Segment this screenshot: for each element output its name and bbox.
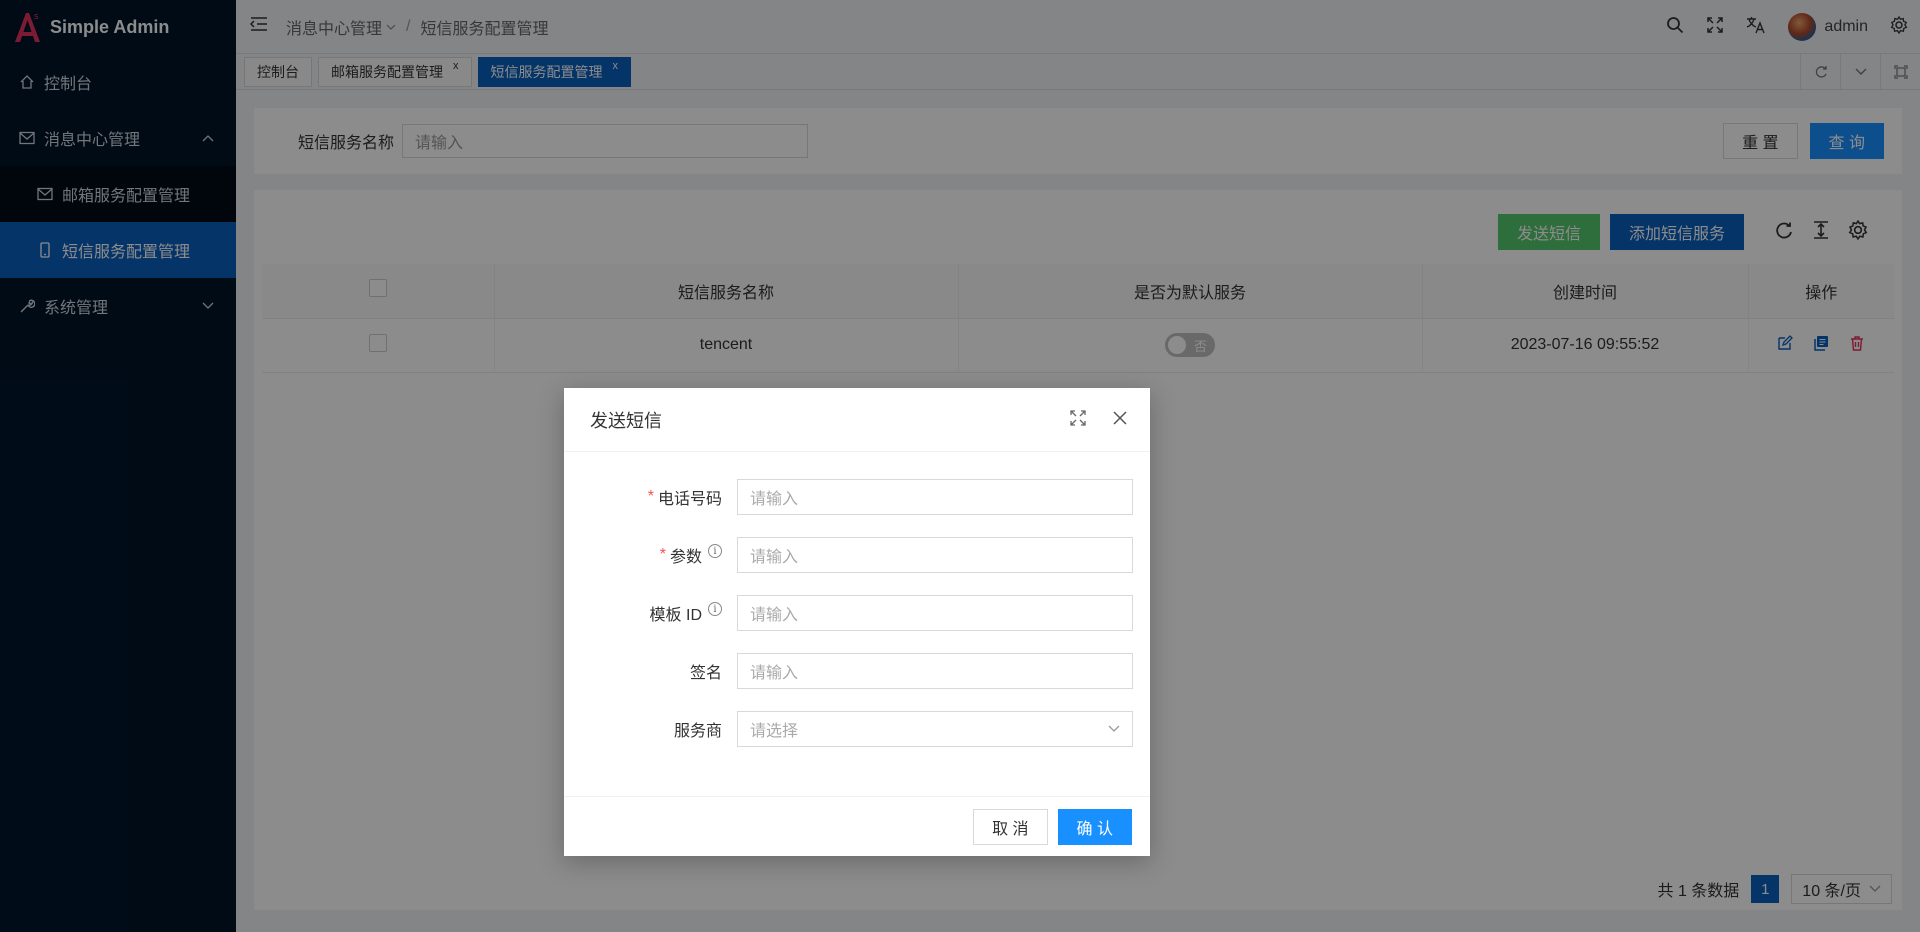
form-row-params: * 参数 i 请输入 [564,526,1150,584]
send-sms-form: * 电话号码 请输入 * 参数 i 请输入 模板 ID i 请输入 签名 请输入… [564,452,1150,758]
form-label-text: 模板 ID [649,607,702,624]
required-mark: * [659,546,666,563]
info-icon[interactable]: i [708,544,722,558]
form-row-signature: 签名 请输入 [564,642,1150,700]
cancel-button[interactable]: 取 消 [973,808,1048,845]
input-placeholder: 请输入 [750,665,799,682]
form-label-text: 参数 [669,549,702,566]
form-label-text: 签名 [689,665,722,682]
modal-title: 发送短信 [590,410,662,431]
form-label: 服务商 [564,717,730,741]
phone-number-input[interactable]: 请输入 [737,479,1133,515]
required-mark: * [647,488,654,505]
send-sms-modal: 发送短信 * 电话号码 请输入 * 参数 i 请输入 模板 ID i 请输入 签… [564,388,1150,856]
fullscreen-icon[interactable] [1070,409,1086,431]
modal-footer: 取 消 确 认 [564,796,1150,856]
chevron-down-icon [1108,720,1120,738]
form-label: * 参数 i [564,543,730,567]
form-row-phone: * 电话号码 请输入 [564,468,1150,526]
input-placeholder: 请输入 [750,491,799,508]
form-label: 模板 ID i [564,601,730,625]
form-label-text: 电话号码 [657,491,722,508]
confirm-button[interactable]: 确 认 [1057,808,1132,845]
provider-select[interactable]: 请选择 [737,711,1133,747]
form-label: 签名 [564,659,730,683]
form-row-provider: 服务商 请选择 [564,700,1150,758]
params-input[interactable]: 请输入 [737,537,1133,573]
form-row-template-id: 模板 ID i 请输入 [564,584,1150,642]
form-label-text: 服务商 [673,723,722,740]
info-icon[interactable]: i [708,602,722,616]
input-placeholder: 请输入 [750,549,799,566]
signature-input[interactable]: 请输入 [737,653,1133,689]
select-placeholder: 请选择 [750,723,799,740]
modal-header: 发送短信 [564,388,1150,452]
form-label: * 电话号码 [564,485,730,509]
close-icon[interactable] [1112,410,1128,431]
template-id-input[interactable]: 请输入 [737,595,1133,631]
input-placeholder: 请输入 [750,607,799,624]
